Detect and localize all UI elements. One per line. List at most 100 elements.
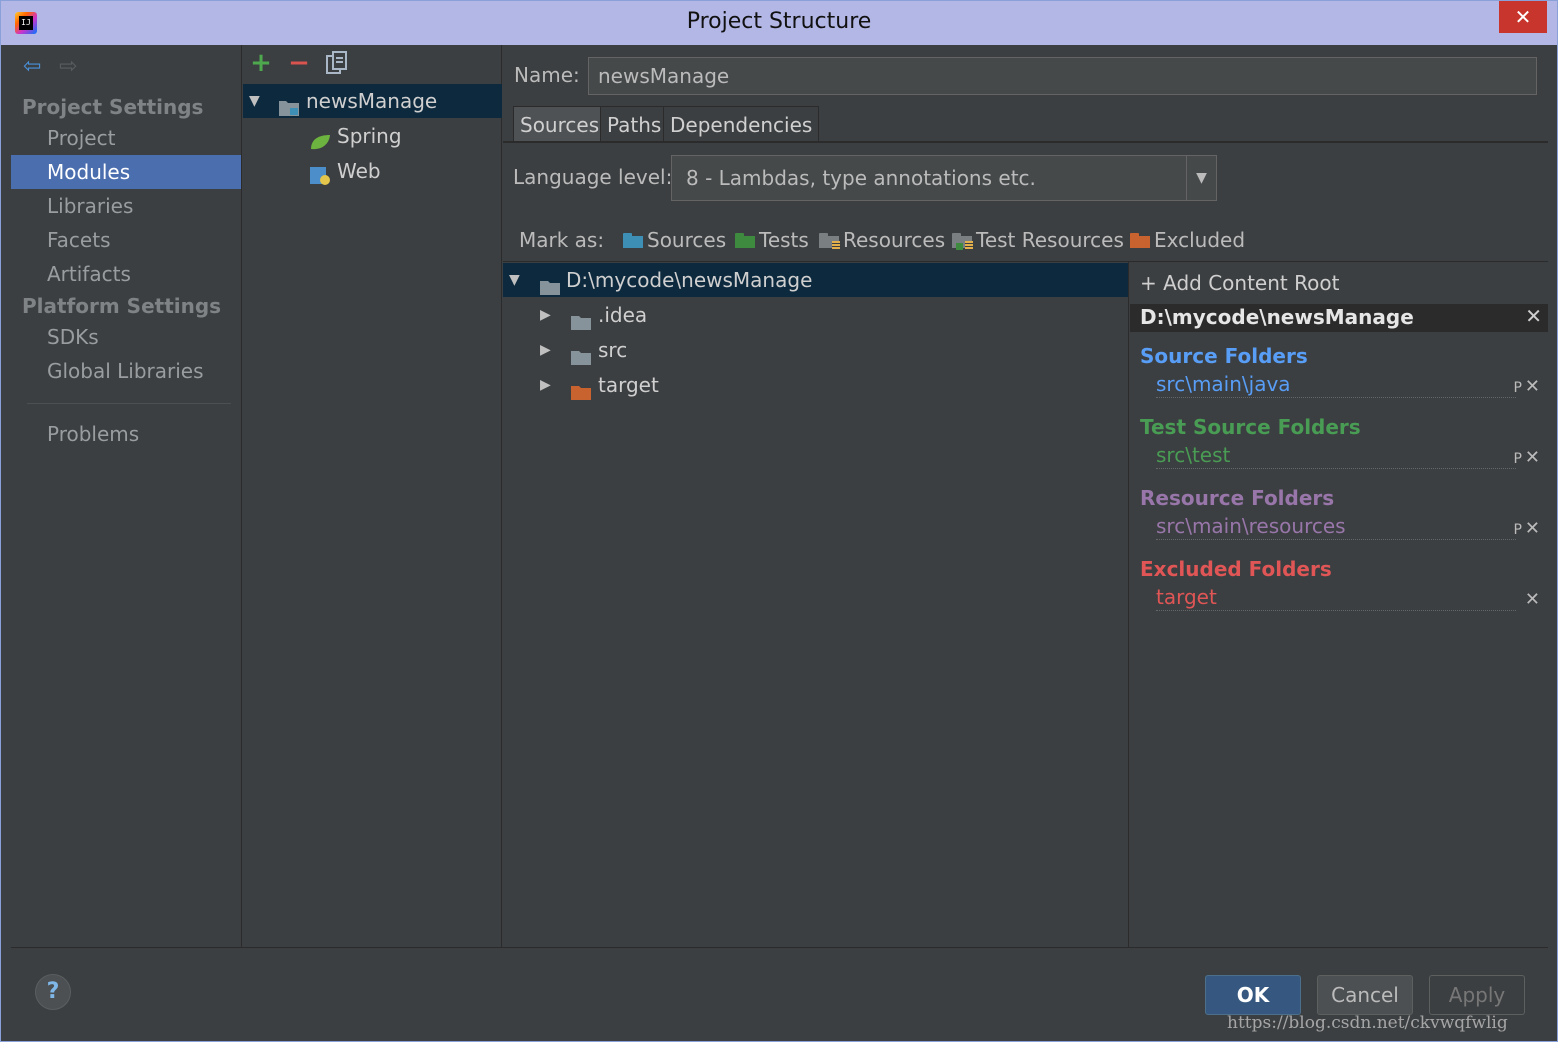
module-name-field[interactable]: newsManage bbox=[588, 57, 1537, 95]
expand-triangle-icon[interactable]: ▼ bbox=[509, 263, 520, 297]
add-content-root-button[interactable]: + Add Content Root bbox=[1140, 271, 1339, 295]
modules-panel: + − ▼ newsManage Spring Web bbox=[243, 45, 502, 947]
test-resources-folder-icon bbox=[952, 233, 973, 250]
help-button[interactable]: ? bbox=[35, 974, 71, 1010]
content-roots-panel: + Add Content Root D:\mycode\newsManage … bbox=[1130, 262, 1548, 947]
folder-path: src\main\java bbox=[1156, 372, 1291, 396]
remove-folder-icon[interactable]: ✕ bbox=[1525, 447, 1540, 468]
mark-as-resources-button[interactable]: Resources bbox=[819, 228, 945, 252]
mark-as-tests-button[interactable]: Tests bbox=[735, 228, 809, 252]
back-arrow-icon[interactable]: ⇦ bbox=[23, 55, 47, 79]
tree-item-label: src bbox=[598, 338, 628, 362]
folder-path: src\test bbox=[1156, 443, 1231, 467]
source-folder-actions: P ✕ bbox=[1513, 376, 1540, 397]
edit-properties-icon[interactable]: P bbox=[1513, 522, 1521, 538]
expand-triangle-icon[interactable]: ▼ bbox=[249, 84, 260, 118]
modules-toolbar: + − bbox=[243, 45, 502, 83]
excluded-folder-actions: ✕ bbox=[1522, 589, 1540, 610]
mark-as-excluded-button[interactable]: Excluded bbox=[1130, 228, 1245, 252]
tree-root-label: D:\mycode\newsManage bbox=[566, 268, 813, 292]
nav-item-global-libraries[interactable]: Global Libraries bbox=[11, 354, 241, 388]
close-window-button[interactable]: ✕ bbox=[1499, 1, 1547, 33]
language-level-select[interactable]: 8 - Lambdas, type annotations etc. ▼ bbox=[671, 155, 1217, 201]
content-root-tree: ▼ D:\mycode\newsManage ▶ .idea ▶ src ▶ t… bbox=[503, 262, 1129, 947]
tab-paths[interactable]: Paths bbox=[600, 106, 669, 142]
tree-row-target[interactable]: ▶ target bbox=[503, 368, 1128, 402]
tree-row-idea[interactable]: ▶ .idea bbox=[503, 298, 1128, 332]
excluded-folders-heading: Excluded Folders bbox=[1140, 557, 1332, 581]
nav-item-problems[interactable]: Problems bbox=[11, 417, 241, 451]
remove-folder-icon[interactable]: ✕ bbox=[1525, 589, 1540, 610]
mark-label: Test Resources bbox=[976, 228, 1124, 252]
forward-arrow-icon[interactable]: ⇨ bbox=[59, 55, 83, 79]
module-name: newsManage bbox=[306, 89, 438, 113]
web-facet-icon bbox=[309, 162, 331, 196]
resource-folder-actions: P ✕ bbox=[1513, 518, 1540, 539]
remove-folder-icon[interactable]: ✕ bbox=[1525, 376, 1540, 397]
mark-label: Excluded bbox=[1154, 228, 1246, 252]
add-module-icon[interactable]: + bbox=[249, 50, 273, 76]
cancel-button[interactable]: Cancel bbox=[1317, 975, 1413, 1015]
copy-module-icon[interactable] bbox=[325, 51, 349, 75]
footer-divider bbox=[11, 947, 1548, 948]
sources-folder-icon bbox=[623, 233, 643, 248]
mark-label: Resources bbox=[843, 228, 946, 252]
tab-dependencies[interactable]: Dependencies bbox=[663, 106, 820, 142]
nav-item-sdks[interactable]: SDKs bbox=[11, 320, 241, 354]
remove-folder-icon[interactable]: ✕ bbox=[1525, 518, 1540, 539]
tab-sources[interactable]: Sources bbox=[513, 106, 607, 142]
edit-properties-icon[interactable]: P bbox=[1513, 380, 1521, 396]
collapse-triangle-icon[interactable]: ▶ bbox=[540, 298, 551, 332]
tree-item-label: target bbox=[598, 373, 659, 397]
excluded-folder-icon bbox=[570, 377, 592, 411]
folder-path: src\main\resources bbox=[1156, 514, 1346, 538]
tree-row-content-root[interactable]: ▼ D:\mycode\newsManage bbox=[503, 263, 1128, 297]
folder-path: target bbox=[1156, 585, 1217, 609]
resource-folders-heading: Resource Folders bbox=[1140, 486, 1335, 510]
excluded-folder-item: target bbox=[1156, 585, 1516, 611]
nav-item-facets[interactable]: Facets bbox=[11, 223, 241, 257]
resource-folder-item: src\main\resources bbox=[1156, 514, 1516, 540]
nav-item-modules[interactable]: Modules bbox=[11, 155, 241, 189]
test-source-folders-heading: Test Source Folders bbox=[1140, 415, 1361, 439]
language-level-value: 8 - Lambdas, type annotations etc. bbox=[686, 166, 1036, 190]
edit-properties-icon[interactable]: P bbox=[1513, 451, 1521, 467]
excluded-folder-icon bbox=[1130, 233, 1150, 248]
nav-item-libraries[interactable]: Libraries bbox=[11, 189, 241, 223]
module-child-web[interactable]: Web bbox=[243, 154, 502, 188]
mark-as-test-resources-button[interactable]: Test Resources bbox=[952, 228, 1124, 252]
content-root-path: D:\mycode\newsManage bbox=[1140, 305, 1414, 329]
test-source-folder-item: src\test bbox=[1156, 443, 1516, 469]
module-settings: Name: newsManage Sources Paths Dependenc… bbox=[503, 45, 1548, 947]
mark-as-label: Mark as: bbox=[519, 228, 605, 252]
ok-button[interactable]: OK bbox=[1205, 975, 1301, 1015]
content-root-header: D:\mycode\newsManage ✕ bbox=[1130, 304, 1548, 332]
apply-button[interactable]: Apply bbox=[1429, 975, 1525, 1015]
remove-content-root-icon[interactable]: ✕ bbox=[1525, 304, 1542, 328]
tree-row-src[interactable]: ▶ src bbox=[503, 333, 1128, 367]
tabs-divider bbox=[503, 141, 1548, 143]
collapse-triangle-icon[interactable]: ▶ bbox=[540, 333, 551, 367]
dropdown-arrow-icon[interactable]: ▼ bbox=[1186, 156, 1216, 200]
mark-as-sources-button[interactable]: Sources bbox=[623, 228, 726, 252]
project-structure-dialog: IJ Project Structure ✕ ⇦ ⇨ Project Setti… bbox=[0, 0, 1558, 1042]
mark-label: Sources bbox=[647, 228, 727, 252]
project-settings-heading: Project Settings bbox=[22, 95, 204, 119]
collapse-triangle-icon[interactable]: ▶ bbox=[540, 368, 551, 402]
nav-item-artifacts[interactable]: Artifacts bbox=[11, 257, 241, 291]
platform-settings-heading: Platform Settings bbox=[22, 294, 222, 318]
remove-module-icon[interactable]: − bbox=[287, 50, 311, 76]
window-title: Project Structure bbox=[686, 9, 872, 34]
language-level-label: Language level: bbox=[513, 165, 673, 189]
nav-divider bbox=[27, 403, 231, 404]
module-child-spring[interactable]: Spring bbox=[243, 119, 502, 153]
module-tree-root[interactable]: ▼ newsManage bbox=[243, 84, 502, 118]
source-folders-heading: Source Folders bbox=[1140, 344, 1308, 368]
tree-item-label: .idea bbox=[598, 303, 648, 327]
title-bar: IJ Project Structure ✕ bbox=[1, 1, 1557, 45]
mark-label: Tests bbox=[759, 228, 809, 252]
facet-label: Spring bbox=[337, 124, 402, 148]
nav-item-project[interactable]: Project bbox=[11, 121, 241, 155]
test-folder-actions: P ✕ bbox=[1513, 447, 1540, 468]
source-folder-item: src\main\java bbox=[1156, 372, 1516, 398]
